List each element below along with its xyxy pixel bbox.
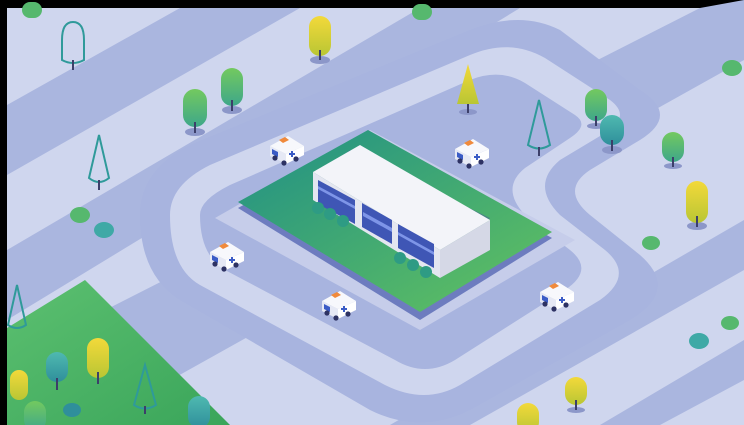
- tree-icon: [412, 4, 432, 20]
- tree-icon: [517, 403, 539, 425]
- bush-icon: [722, 60, 742, 76]
- tree-icon: [22, 2, 42, 18]
- tree-icon: [46, 352, 68, 382]
- bush-icon: [94, 222, 114, 238]
- tree-icon: [183, 89, 207, 127]
- bush-icon: [689, 333, 709, 349]
- tree-icon: [188, 396, 210, 425]
- bush-icon: [70, 207, 90, 223]
- tree-icon: [10, 370, 28, 400]
- tree-icon: [24, 401, 46, 425]
- bush-icon: [63, 403, 81, 417]
- hospital-scene: [0, 0, 744, 425]
- bush-icon: [721, 316, 739, 330]
- bush-icon: [642, 236, 660, 250]
